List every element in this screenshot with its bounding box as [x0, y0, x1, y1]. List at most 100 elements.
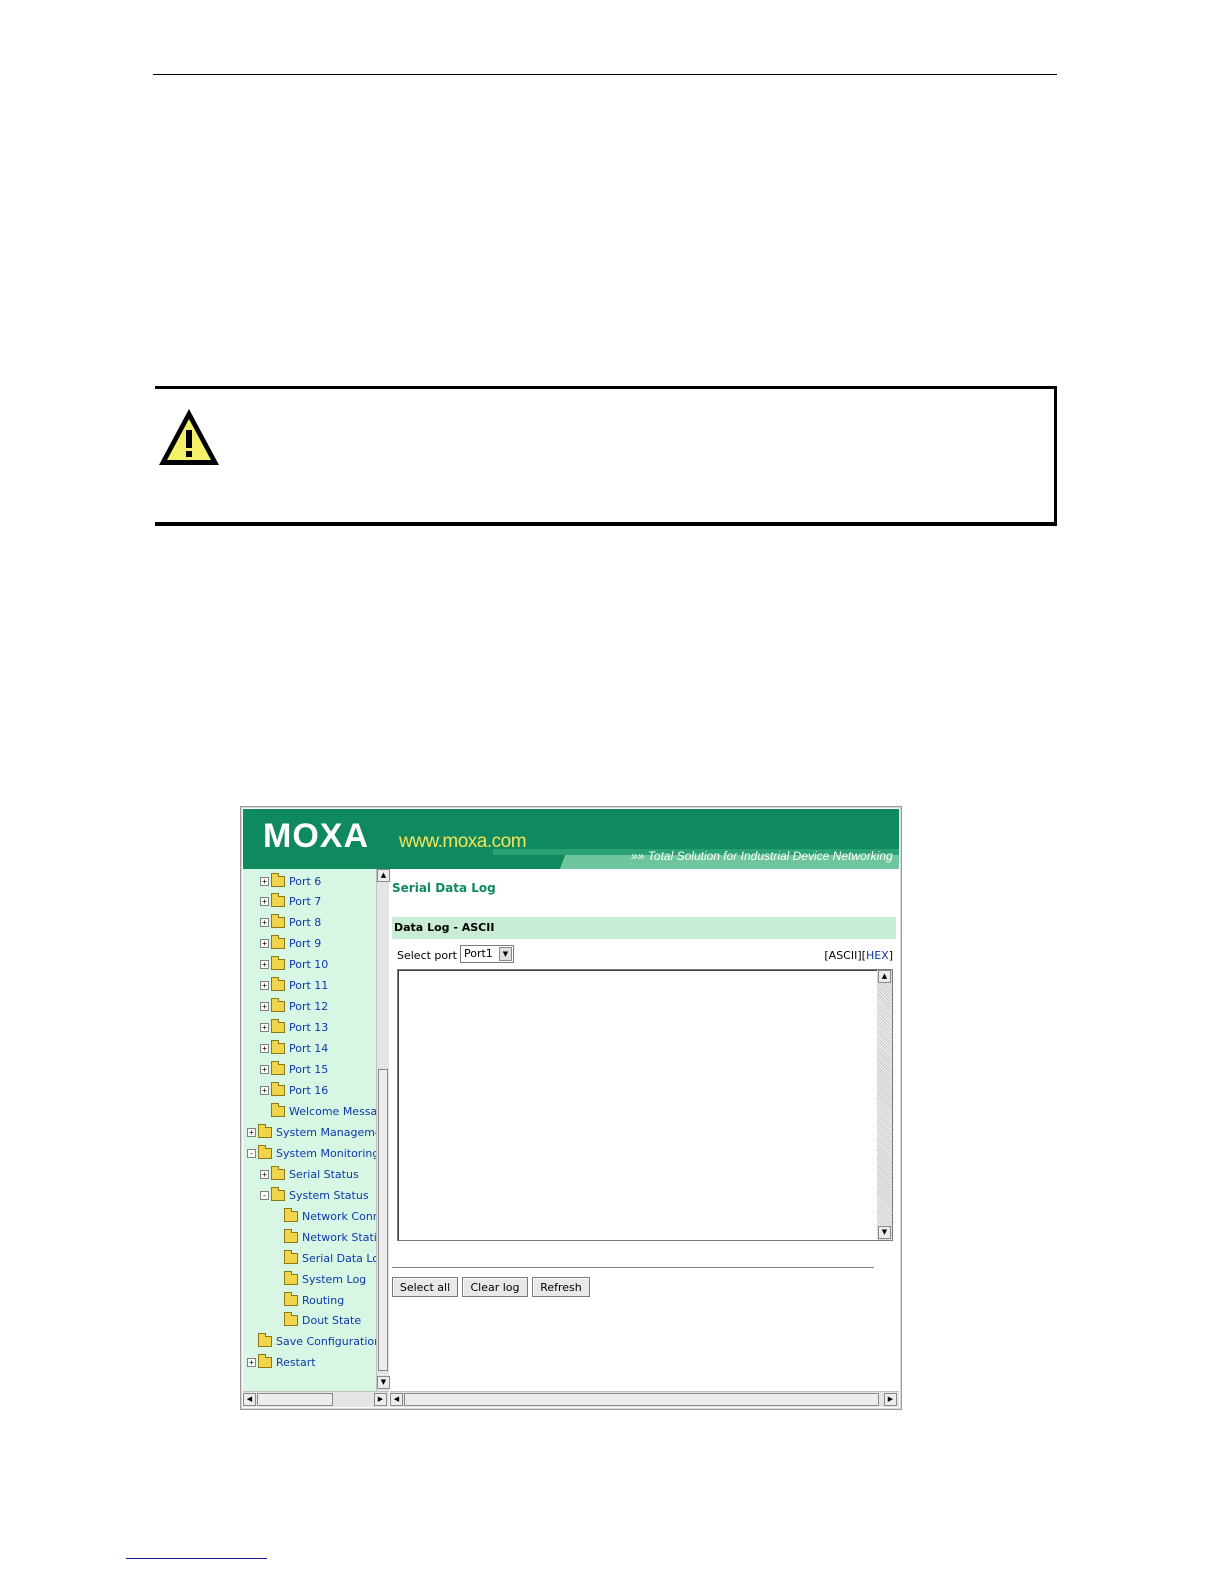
folder-icon — [284, 1291, 298, 1306]
nav-item-label: Serial Data Log — [302, 1251, 376, 1265]
ascii-mode-link[interactable]: [ASCII] — [824, 949, 861, 962]
nav-item-label: System Managemer — [276, 1125, 376, 1139]
dropdown-arrow-icon[interactable]: ▼ — [499, 947, 512, 961]
nav-item[interactable]: + Port 16 — [260, 1082, 328, 1099]
scroll-right-arrow-icon[interactable]: ▶ — [374, 1393, 387, 1406]
folder-icon — [271, 914, 285, 929]
scroll-up-arrow-icon[interactable]: ▲ — [377, 869, 390, 882]
expand-toggle-icon[interactable]: + — [260, 1169, 269, 1179]
port-select[interactable]: Port1 ▼ — [460, 945, 514, 963]
main-horizontal-scrollbar[interactable]: ◀ ▶ — [390, 1391, 899, 1407]
expand-toggle-icon[interactable]: + — [260, 960, 269, 970]
log-textarea[interactable]: ▲ ▼ — [397, 969, 893, 1241]
divider — [392, 1267, 874, 1268]
hex-mode-link[interactable]: HEX — [866, 949, 889, 962]
folder-icon — [284, 1249, 298, 1264]
scroll-right-arrow-icon[interactable]: ▶ — [884, 1393, 897, 1406]
main-hscroll-thumb[interactable] — [404, 1393, 879, 1406]
nav-scroll-thumb[interactable] — [378, 1069, 388, 1371]
nav-item[interactable]: + Port 6 — [260, 872, 321, 889]
expand-toggle-icon[interactable]: + — [260, 876, 269, 886]
nav-item[interactable]: Network Statis — [273, 1228, 376, 1245]
nav-item[interactable]: Network Conne — [273, 1207, 376, 1224]
nav-item-label: Serial Status — [289, 1167, 359, 1181]
nav-item[interactable]: Dout State — [273, 1312, 362, 1329]
nav-item[interactable]: System Log — [273, 1270, 366, 1287]
expand-toggle-icon[interactable]: + — [247, 1358, 256, 1368]
nav-item[interactable]: + Port 7 — [260, 893, 322, 910]
scroll-up-arrow-icon[interactable]: ▲ — [878, 970, 891, 983]
scroll-down-arrow-icon[interactable]: ▼ — [377, 1376, 390, 1389]
nav-item[interactable]: + Port 9 — [260, 935, 322, 952]
nav-item-label: Port 8 — [289, 916, 322, 930]
scroll-down-arrow-icon[interactable]: ▼ — [878, 1226, 891, 1239]
log-scrollbar[interactable]: ▲ ▼ — [877, 970, 892, 1240]
nav-item[interactable]: + Port 12 — [260, 998, 329, 1015]
clear-log-button[interactable]: Clear log — [462, 1277, 528, 1297]
expand-toggle-icon[interactable]: + — [260, 1065, 269, 1075]
nav-item[interactable]: - System Monitoring — [247, 1144, 376, 1161]
nav-item[interactable]: Save Configuration — [247, 1333, 376, 1350]
expand-toggle-icon[interactable]: + — [260, 897, 269, 907]
folder-icon — [258, 1123, 272, 1138]
nav-horizontal-scrollbar[interactable]: ◀ ▶ — [243, 1391, 389, 1407]
nav-item-label: Restart — [276, 1356, 316, 1370]
nav-item[interactable]: + Port 15 — [260, 1061, 328, 1078]
page-title: Serial Data Log — [392, 881, 496, 895]
expand-toggle-icon[interactable]: + — [260, 1002, 269, 1012]
nav-item[interactable]: + Port 8 — [260, 914, 322, 931]
nav-item[interactable]: + Serial Status — [260, 1165, 359, 1182]
folder-icon — [271, 956, 285, 971]
nav-item-label: Port 11 — [289, 979, 329, 993]
nav-vertical-scrollbar[interactable]: ▲ ▼ — [376, 869, 390, 1391]
expand-toggle-icon[interactable]: + — [260, 1044, 269, 1054]
folder-icon — [284, 1207, 298, 1222]
site-url[interactable]: www.moxa.com — [399, 831, 527, 853]
expand-toggle-icon[interactable]: - — [260, 1190, 269, 1200]
nav-hscroll-thumb[interactable] — [257, 1393, 333, 1406]
nav-item-label: Port 9 — [289, 937, 322, 951]
nav-item-label: Port 14 — [289, 1042, 329, 1056]
display-mode-links: [ASCII][HEX] — [824, 949, 893, 962]
nav-item-label: Port 7 — [289, 895, 322, 909]
folder-icon — [271, 1040, 285, 1055]
scroll-left-arrow-icon[interactable]: ◀ — [390, 1393, 403, 1406]
nav-item[interactable]: + System Managemer — [247, 1123, 376, 1140]
expand-toggle-icon[interactable]: + — [247, 1127, 256, 1137]
expand-toggle-icon[interactable]: + — [260, 1023, 269, 1033]
expand-toggle-icon[interactable]: + — [260, 981, 269, 991]
nav-item[interactable]: Welcome Messag — [260, 1102, 376, 1119]
expand-toggle-icon[interactable]: + — [260, 939, 269, 949]
expand-toggle-icon[interactable]: + — [260, 918, 269, 928]
nav-item[interactable]: Routing — [273, 1291, 344, 1308]
nav-item[interactable]: + Port 13 — [260, 1019, 329, 1036]
nav-item-label: Save Configuration — [276, 1335, 376, 1349]
folder-icon — [271, 893, 285, 908]
nav-item[interactable]: + Port 11 — [260, 977, 329, 994]
expand-toggle-icon[interactable]: - — [247, 1148, 256, 1158]
select-all-button[interactable]: Select all — [392, 1277, 458, 1297]
nav-item[interactable]: + Port 14 — [260, 1040, 329, 1057]
nav-item[interactable]: + Port 10 — [260, 956, 328, 973]
folder-icon — [284, 1312, 298, 1327]
nav-item[interactable]: Serial Data Log — [273, 1249, 376, 1266]
folder-icon — [271, 1102, 285, 1117]
nav-item-label: Dout State — [302, 1314, 362, 1328]
expand-toggle-icon[interactable]: + — [260, 1086, 269, 1095]
tagline: »» Total Solution for Industrial Device … — [631, 849, 893, 863]
scroll-left-arrow-icon[interactable]: ◀ — [243, 1393, 256, 1406]
refresh-button[interactable]: Refresh — [532, 1277, 590, 1297]
folder-icon — [258, 1354, 272, 1369]
nav-item-label: Port 12 — [289, 1000, 329, 1014]
folder-icon — [258, 1144, 272, 1159]
nav-item[interactable]: + Restart — [247, 1354, 316, 1371]
nav-item[interactable]: - System Status — [260, 1186, 369, 1203]
nav-item-label: Port 13 — [289, 1021, 329, 1035]
caution-box — [155, 386, 1057, 526]
hex-bracket-close: ] — [888, 949, 893, 962]
main-panel: Serial Data Log Data Log - ASCII Select … — [390, 869, 899, 1391]
nav-item-label: Network Conne — [302, 1209, 376, 1223]
